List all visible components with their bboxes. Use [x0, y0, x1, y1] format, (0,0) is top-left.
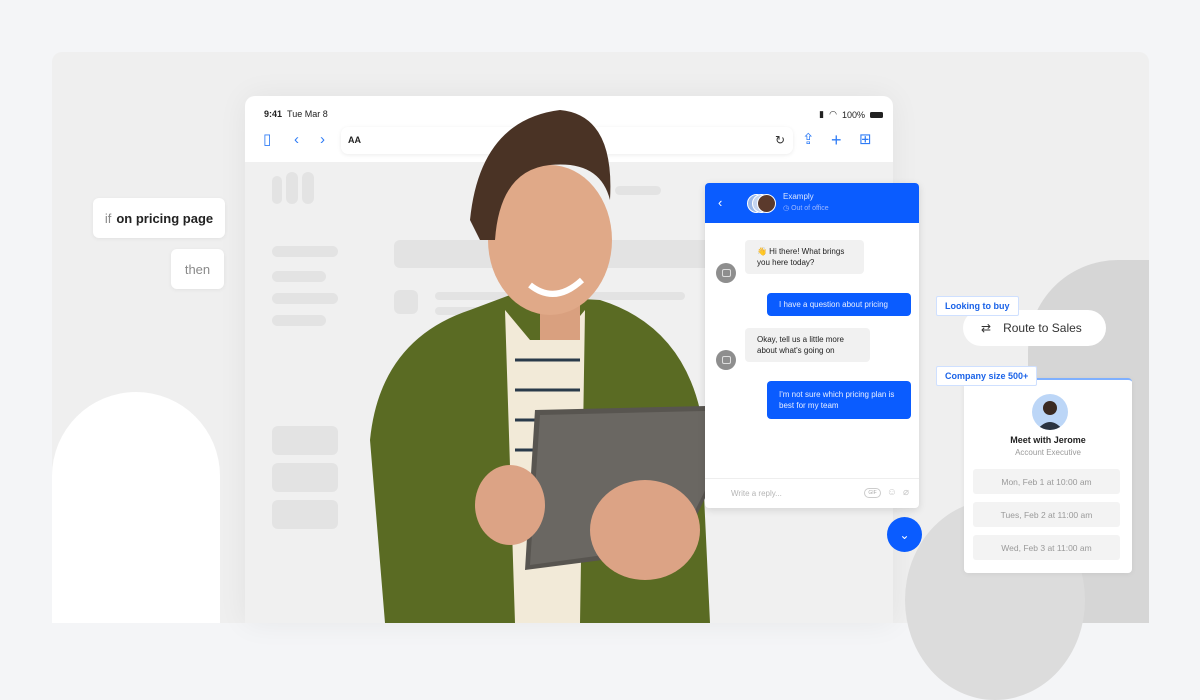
person-with-tablet-photo — [370, 110, 750, 623]
chevron-down-icon: ⌄ — [899, 527, 910, 542]
chat-header: ‹ Examply ◷ Out of office — [705, 183, 919, 223]
card-placeholder — [272, 463, 338, 492]
chat-message-user: I'm not sure which pricing plan is best … — [767, 381, 911, 419]
meeting-title: Meet with Jerome — [1010, 435, 1086, 445]
logo-placeholder — [286, 172, 298, 204]
battery-percent: 100% — [841, 109, 865, 120]
rule-condition: if on pricing page — [93, 198, 225, 238]
nav-placeholder — [272, 315, 326, 326]
signal-icon: ▮ — [819, 109, 825, 119]
reply-composer[interactable]: Write a reply... GIF ☺ ⌀ — [705, 478, 919, 508]
chat-status: ◷ Out of office — [783, 205, 829, 212]
emoji-icon[interactable]: ☺ — [887, 487, 897, 498]
chat-message-user: I have a question about pricing — [767, 293, 911, 316]
status-indicators: ▮ ◠ 100% — [819, 109, 883, 120]
time-slot[interactable]: Wed, Feb 3 at 11:00 am — [973, 535, 1120, 560]
intent-tag: Looking to buy — [936, 296, 1019, 316]
tabs-grid-icon[interactable]: ⊞ — [859, 132, 872, 148]
chat-widget: ‹ Examply ◷ Out of office 👋 Hi there! Wh… — [705, 183, 919, 508]
chat-back-icon[interactable]: ‹ — [718, 195, 722, 210]
chat-message-bot: 👋 Hi there! What brings you here today? — [745, 240, 864, 274]
team-avatars — [747, 194, 777, 214]
attachment-icon[interactable]: ⌀ — [903, 487, 909, 498]
bot-avatar — [716, 263, 736, 283]
company-size-tag: Company size 500+ — [936, 366, 1038, 386]
jerome-avatar — [1032, 394, 1068, 430]
minimize-chat-button[interactable]: ⌄ — [887, 517, 922, 552]
logo-placeholder — [302, 172, 314, 204]
gif-button[interactable]: GIF — [864, 487, 881, 498]
sidebar-icon[interactable]: ▯ — [263, 132, 271, 148]
logo-placeholder — [272, 176, 282, 204]
meeting-role: Account Executive — [1015, 448, 1081, 457]
time-slot[interactable]: Mon, Feb 1 at 10:00 am — [973, 469, 1120, 494]
card-placeholder — [272, 500, 338, 529]
avatar — [757, 194, 776, 213]
back-icon[interactable]: ‹ — [294, 132, 299, 148]
reload-icon[interactable]: ↻ — [775, 133, 785, 147]
nav-placeholder — [272, 246, 338, 257]
new-tab-icon[interactable]: + — [831, 131, 842, 149]
share-icon[interactable]: ⇪ — [802, 132, 815, 148]
bot-avatar — [716, 350, 736, 370]
route-arrows-icon: ⇄ — [981, 321, 992, 335]
clock-icon: ◷ — [783, 205, 790, 212]
chat-brand-name: Examply — [783, 192, 814, 201]
rule-then: then — [171, 249, 224, 289]
meeting-card: Meet with Jerome Account Executive Mon, … — [964, 378, 1132, 573]
card-placeholder — [272, 426, 338, 455]
reply-input[interactable]: Write a reply... — [731, 489, 782, 498]
nav-placeholder — [272, 293, 338, 304]
wifi-icon: ◠ — [829, 109, 837, 119]
battery-icon — [870, 111, 883, 118]
status-time: 9:41 Tue Mar 8 — [264, 109, 328, 119]
nav-placeholder — [272, 271, 326, 282]
chat-message-bot: Okay, tell us a little more about what's… — [745, 328, 870, 362]
forward-icon[interactable]: › — [320, 132, 325, 148]
decorative-arch-left — [52, 392, 220, 623]
time-slot[interactable]: Tues, Feb 2 at 11:00 am — [973, 502, 1120, 527]
